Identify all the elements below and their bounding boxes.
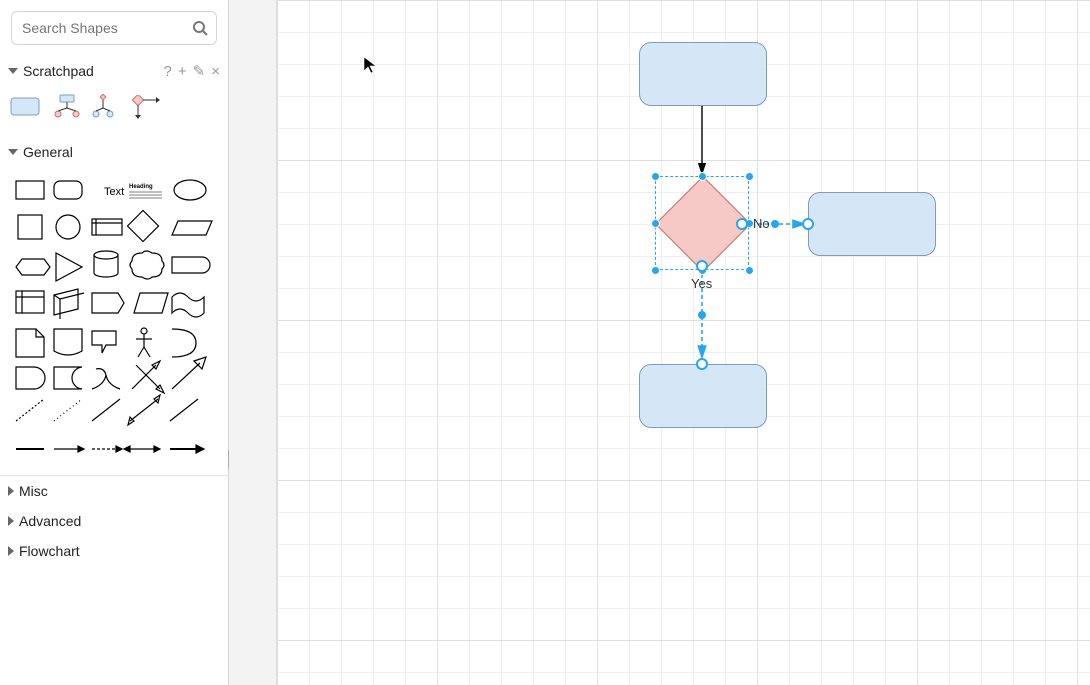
chevron-down-icon — [8, 68, 18, 74]
advanced-title: Advanced — [19, 513, 81, 529]
misc-title: Misc — [19, 483, 48, 499]
resize-handle[interactable] — [651, 219, 660, 228]
advanced-header[interactable]: Advanced — [0, 506, 228, 536]
general-title: General — [23, 144, 73, 160]
resize-handle[interactable] — [745, 172, 754, 181]
search-shapes — [11, 11, 217, 45]
scratchpad-close-icon[interactable]: × — [211, 64, 220, 79]
connection-port[interactable] — [696, 260, 708, 272]
flowchart-title: Flowchart — [19, 543, 80, 559]
scratchpad-help-icon[interactable]: ? — [164, 64, 172, 79]
text-shape: Text — [104, 186, 124, 198]
scratchpad-shape-flow2[interactable] — [92, 94, 118, 123]
resize-handle[interactable] — [651, 266, 660, 275]
chevron-right-icon — [8, 546, 14, 556]
chevron-right-icon — [8, 486, 14, 496]
selection-box — [655, 176, 749, 270]
edge-label-no[interactable]: No — [753, 216, 770, 231]
connection-port[interactable] — [736, 218, 748, 230]
shapes-grid[interactable]: Text Heading — [12, 173, 217, 463]
scratchpad-edit-icon[interactable]: ✎ — [193, 64, 206, 79]
sidebar: Scratchpad ? + ✎ × General Te — [0, 0, 229, 685]
scratchpad-items — [0, 86, 228, 137]
scratchpad-title: Scratchpad — [23, 63, 94, 79]
node-bottom[interactable] — [639, 364, 767, 428]
diagram-connectors — [277, 0, 577, 150]
chevron-down-icon — [8, 149, 18, 155]
node-right[interactable] — [808, 192, 936, 256]
general-header[interactable]: General — [0, 137, 228, 167]
general-shapes-palette: Text Heading — [0, 167, 228, 475]
search-input[interactable] — [11, 11, 217, 45]
connection-port[interactable] — [802, 218, 814, 230]
scratchpad-header[interactable]: Scratchpad ? + ✎ × — [0, 56, 228, 86]
flowchart-header[interactable]: Flowchart — [0, 536, 228, 566]
heading-shape: Heading — [129, 184, 153, 190]
scratchpad-shape-flow1[interactable] — [52, 94, 80, 123]
ruler-vertical — [229, 0, 277, 685]
scratchpad-shape-rect[interactable] — [10, 97, 40, 120]
resize-handle[interactable] — [651, 172, 660, 181]
canvas[interactable]: No Yes — [277, 0, 1090, 685]
scratchpad-shape-flow3[interactable] — [130, 95, 160, 122]
resize-handle[interactable] — [745, 266, 754, 275]
chevron-right-icon — [8, 516, 14, 526]
misc-header[interactable]: Misc — [0, 476, 228, 506]
edge-label-yes[interactable]: Yes — [691, 276, 712, 291]
canvas-area: No Yes — [229, 0, 1090, 685]
resize-handle[interactable] — [698, 172, 707, 181]
connection-port[interactable] — [696, 358, 708, 370]
node-start[interactable] — [639, 42, 767, 106]
search-icon[interactable] — [192, 20, 208, 39]
scratchpad-add-icon[interactable]: + — [178, 64, 187, 79]
